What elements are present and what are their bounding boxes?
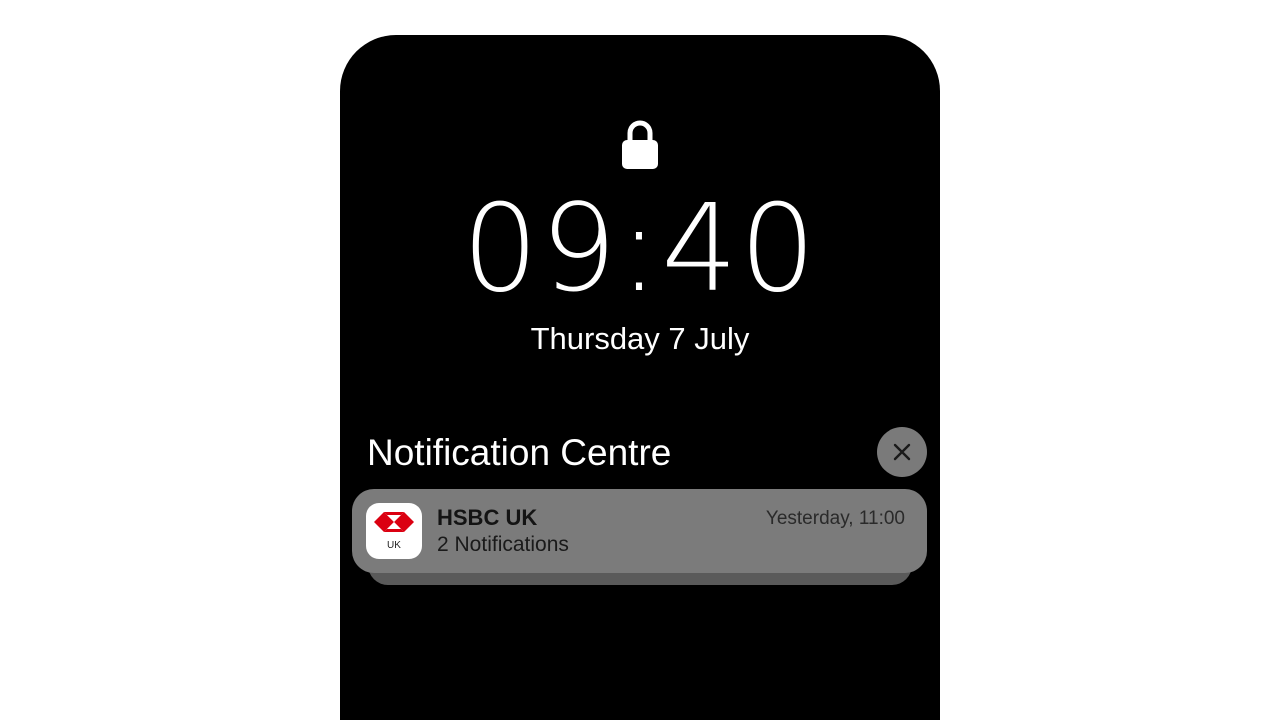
close-icon: [893, 443, 911, 461]
app-icon-label: UK: [387, 540, 401, 551]
notification-centre-title: Notification Centre: [367, 432, 672, 473]
notification-hsbc-uk[interactable]: UK HSBC UK 2 Notifications Yesterday, 11…: [352, 489, 927, 573]
lock-screen-time: 09:40: [462, 180, 818, 319]
notification-timestamp: Yesterday, 11:00: [765, 508, 905, 529]
hsbc-uk-app-icon: UK: [366, 503, 422, 559]
page: 09:40 Thursday 7 July Notification Centr…: [0, 0, 1280, 720]
lock-screen: 09:40 Thursday 7 July Notification Centr…: [340, 35, 940, 720]
notification-summary: 2 Notifications: [437, 533, 569, 556]
lock-icon: [621, 118, 659, 170]
clear-notifications-button[interactable]: [877, 427, 927, 477]
lock-screen-date: Thursday 7 July: [530, 321, 750, 356]
notification-app-name: HSBC UK: [437, 505, 538, 530]
